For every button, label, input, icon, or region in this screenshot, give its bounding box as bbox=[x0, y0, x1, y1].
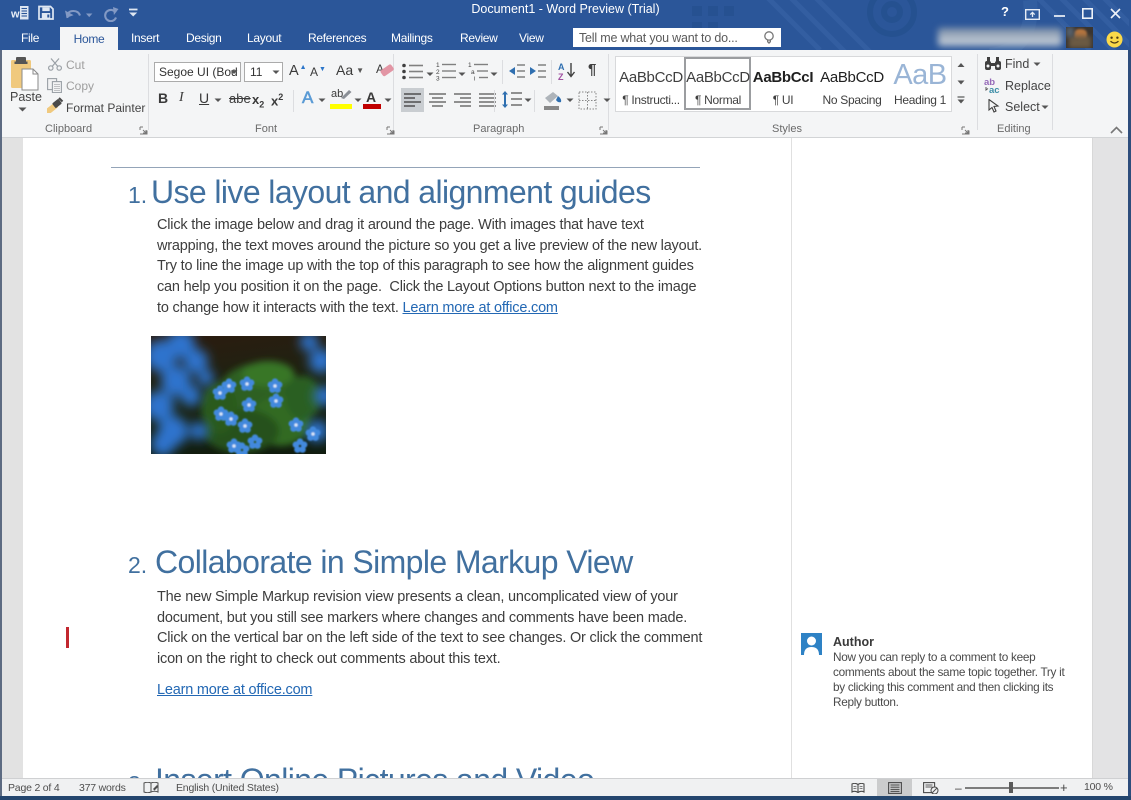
svg-text:A: A bbox=[558, 62, 565, 72]
svg-text:1: 1 bbox=[468, 62, 472, 69]
svg-text:1: 1 bbox=[436, 62, 440, 69]
svg-text:3: 3 bbox=[436, 76, 440, 83]
svg-text:ac: ac bbox=[989, 85, 1000, 94]
svg-text:i: i bbox=[474, 76, 475, 83]
svg-text:Z: Z bbox=[558, 72, 564, 82]
